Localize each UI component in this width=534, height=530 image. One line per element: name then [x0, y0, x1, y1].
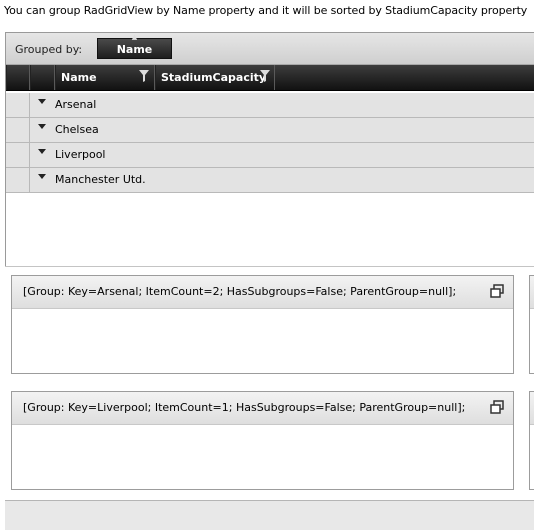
group-chip-label: Name [116, 43, 153, 56]
filter-icon[interactable] [139, 70, 151, 84]
card-edge-header [530, 392, 534, 425]
sort-ascending-icon: ▲ [131, 33, 138, 41]
bottom-panel [5, 500, 534, 530]
grouped-by-label: Grouped by: [15, 43, 83, 56]
column-header-stadiumcapacity[interactable]: StadiumCapacity [155, 65, 275, 90]
chevron-down-icon[interactable] [38, 173, 48, 185]
row-indicator [6, 168, 30, 192]
card-edge-header [530, 276, 534, 309]
group-row-liverpool[interactable]: Liverpool [6, 143, 534, 168]
column-header-row: Name StadiumCapacity [6, 65, 534, 91]
panel-divider [5, 266, 534, 267]
card-title: [Group: Key=Arsenal; ItemCount=2; HasSub… [23, 285, 457, 298]
chevron-down-icon[interactable] [38, 148, 48, 160]
chevron-down-icon[interactable] [38, 98, 48, 110]
row-indicator [6, 118, 30, 142]
group-chip-name[interactable]: ▲ Name [97, 33, 172, 59]
group-card-liverpool: [Group: Key=Liverpool; ItemCount=1; HasS… [11, 391, 514, 490]
group-row-label: Chelsea [55, 123, 99, 136]
card-title: [Group: Key=Liverpool; ItemCount=1; HasS… [23, 401, 466, 414]
group-card-arsenal: [Group: Key=Arsenal; ItemCount=2; HasSub… [11, 275, 514, 374]
column-header-stadiumcapacity-label: StadiumCapacity [161, 71, 267, 84]
chevron-down-icon[interactable] [38, 123, 48, 135]
group-row-manchester-utd[interactable]: Manchester Utd. [6, 168, 534, 193]
card-header: [Group: Key=Arsenal; ItemCount=2; HasSub… [12, 276, 513, 309]
group-row-label: Arsenal [55, 98, 97, 111]
group-panel[interactable]: Grouped by: ▲ Name [6, 33, 534, 65]
header-group-indent-cell [30, 65, 55, 90]
group-row-label: Liverpool [55, 148, 106, 161]
header-indent-cell [6, 65, 30, 90]
row-indicator [6, 93, 30, 117]
restore-window-icon[interactable] [490, 284, 504, 298]
column-header-name[interactable]: Name [55, 65, 155, 90]
row-indicator [6, 143, 30, 167]
group-row-chelsea[interactable]: Chelsea [6, 118, 534, 143]
description-text: You can group RadGridView by Name proper… [4, 4, 528, 17]
rad-grid-view: Grouped by: ▲ Name Name StadiumCapacity … [5, 32, 534, 267]
group-row-label: Manchester Utd. [55, 173, 146, 186]
restore-window-icon[interactable] [490, 400, 504, 414]
filter-icon[interactable] [260, 70, 272, 84]
group-card-edge [529, 275, 534, 374]
group-row-arsenal[interactable]: Arsenal [6, 93, 534, 118]
group-card-edge [529, 391, 534, 490]
column-header-name-label: Name [61, 71, 97, 84]
card-header: [Group: Key=Liverpool; ItemCount=1; HasS… [12, 392, 513, 425]
